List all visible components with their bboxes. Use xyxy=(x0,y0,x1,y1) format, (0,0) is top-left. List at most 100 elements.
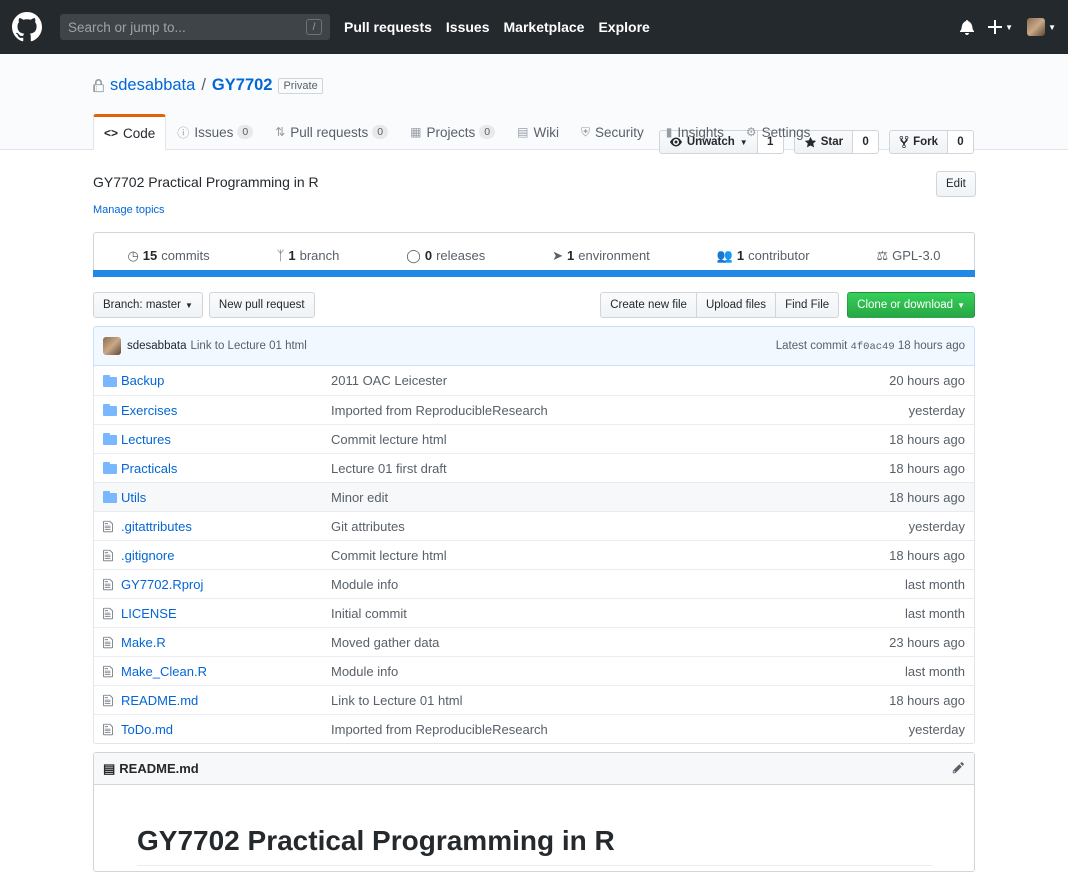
nav-issues[interactable]: Issues xyxy=(446,19,490,35)
pencil-icon[interactable] xyxy=(952,761,965,777)
file-name-link[interactable]: ToDo.md xyxy=(121,722,331,737)
file-actions: Create new file Upload files Find File C… xyxy=(600,292,975,318)
tab-security[interactable]: ⛨ Security xyxy=(570,114,655,150)
manage-topics-link[interactable]: Manage topics xyxy=(93,204,975,216)
file-commit-message[interactable]: Module info xyxy=(331,577,905,592)
file-icon xyxy=(103,665,121,678)
table-row: ToDo.md Imported from ReproducibleResear… xyxy=(94,714,974,743)
repo-header: sdesabbata / GY7702 Private Unwatch ▼ 1 … xyxy=(0,54,1068,154)
nav-pull-requests[interactable]: Pull requests xyxy=(344,19,432,35)
table-row: Make_Clean.R Module info last month xyxy=(94,656,974,685)
file-name-link[interactable]: Make_Clean.R xyxy=(121,664,331,679)
commit-author[interactable]: sdesabbata xyxy=(127,340,186,352)
file-commit-message[interactable]: Commit lecture html xyxy=(331,548,889,563)
gear-icon: ⚙ xyxy=(745,125,757,139)
branch-select-button[interactable]: Branch: master ▼ xyxy=(93,292,203,318)
file-age: last month xyxy=(905,663,965,679)
latest-commit-label: Latest commit xyxy=(775,339,848,352)
license-link[interactable]: ⚖ GPL-3.0 xyxy=(876,248,940,264)
file-name-link[interactable]: Backup xyxy=(121,373,331,388)
tab-code[interactable]: <> Code xyxy=(93,114,167,150)
file-name-link[interactable]: .gitignore xyxy=(121,548,331,563)
tab-insights[interactable]: ▮ Insights xyxy=(655,114,735,150)
file-name-link[interactable]: LICENSE xyxy=(121,606,331,621)
search-input[interactable]: Search or jump to... / xyxy=(60,14,330,40)
tab-label: Pull requests xyxy=(290,124,369,140)
tab-pull-requests[interactable]: ⇅ Pull requests 0 xyxy=(264,114,399,150)
releases-label: releases xyxy=(436,248,486,263)
nav-marketplace[interactable]: Marketplace xyxy=(504,19,585,35)
file-name-link[interactable]: README.md xyxy=(121,693,331,708)
readme-panel: ▤ README.md GY7702 Practical Programming… xyxy=(93,752,975,872)
file-age: 18 hours ago xyxy=(889,431,965,447)
avatar[interactable] xyxy=(103,337,121,355)
user-menu[interactable]: ▼ xyxy=(1027,18,1056,36)
create-new-menu[interactable]: ▼ xyxy=(988,20,1013,34)
create-new-file-button[interactable]: Create new file xyxy=(600,292,697,318)
table-row: Exercises Imported from ReproducibleRese… xyxy=(94,395,974,424)
notifications-bell-icon[interactable] xyxy=(960,19,975,35)
clone-or-download-button[interactable]: Clone or download ▼ xyxy=(847,292,975,318)
contributors-link[interactable]: 👥 1 contributor xyxy=(717,248,810,264)
tab-settings[interactable]: ⚙ Settings xyxy=(735,114,822,150)
repo-name-link[interactable]: GY7702 xyxy=(212,76,273,95)
file-commit-message[interactable]: Initial commit xyxy=(331,606,905,621)
new-pull-request-button[interactable]: New pull request xyxy=(208,292,315,318)
commit-sha[interactable]: 4f0ac49 xyxy=(851,341,895,353)
file-name-link[interactable]: Practicals xyxy=(121,461,331,476)
file-name-link[interactable]: Exercises xyxy=(121,403,331,418)
file-age: 18 hours ago xyxy=(889,692,965,708)
file-name-link[interactable]: .gitattributes xyxy=(121,519,331,534)
file-name-link[interactable]: Make.R xyxy=(121,635,331,650)
file-icon xyxy=(103,636,121,649)
file-commit-message[interactable]: 2011 OAC Leicester xyxy=(331,373,889,388)
chevron-down-icon: ▼ xyxy=(184,300,193,310)
tab-projects[interactable]: ▦ Projects 0 xyxy=(399,114,506,150)
releases-link[interactable]: ◯ 0 releases xyxy=(406,248,485,264)
readme-header: ▤ README.md xyxy=(94,753,974,785)
global-nav: Pull requests Issues Marketplace Explore xyxy=(344,19,664,35)
tab-issues[interactable]: ⓘ Issues 0 xyxy=(166,114,264,150)
folder-icon xyxy=(103,374,121,387)
rocket-icon: ➤ xyxy=(552,247,564,263)
file-action-group: Create new file Upload files Find File xyxy=(600,292,840,318)
file-age: 18 hours ago xyxy=(889,547,965,563)
environments-label: environment xyxy=(578,248,650,263)
file-commit-message[interactable]: Minor edit xyxy=(331,490,889,505)
tab-wiki[interactable]: ▤ Wiki xyxy=(506,114,570,150)
table-row: .gitattributes Git attributes yesterday xyxy=(94,511,974,540)
upload-files-button[interactable]: Upload files xyxy=(696,292,777,318)
star-count[interactable]: 0 xyxy=(853,130,880,154)
edit-description-button[interactable]: Edit xyxy=(936,171,976,197)
environments-link[interactable]: ➤ 1 environment xyxy=(552,248,650,264)
folder-icon xyxy=(103,404,121,416)
fork-button[interactable]: Fork xyxy=(889,130,948,154)
commit-message[interactable]: Link to Lecture 01 html xyxy=(190,340,306,352)
license-label: GPL-3.0 xyxy=(892,248,941,263)
file-age: last month xyxy=(905,576,965,592)
file-commit-message[interactable]: Module info xyxy=(331,664,905,679)
nav-explore[interactable]: Explore xyxy=(598,19,649,35)
file-age: 18 hours ago xyxy=(889,460,965,476)
branches-link[interactable]: ᛉ 1 branch xyxy=(277,248,340,263)
file-commit-message[interactable]: Git attributes xyxy=(331,519,909,534)
file-icon xyxy=(103,578,121,591)
file-commit-message[interactable]: Imported from ReproducibleResearch xyxy=(331,722,909,737)
language-bar[interactable] xyxy=(93,270,975,277)
file-commit-message[interactable]: Lecture 01 first draft xyxy=(331,461,889,476)
file-name-link[interactable]: Utils xyxy=(121,490,331,505)
file-commit-message[interactable]: Imported from ReproducibleResearch xyxy=(331,403,909,418)
fork-count[interactable]: 0 xyxy=(948,130,974,154)
github-logo-icon[interactable] xyxy=(12,12,42,42)
file-commit-message[interactable]: Commit lecture html xyxy=(331,432,889,447)
file-icon xyxy=(103,607,121,620)
file-name-link[interactable]: GY7702.Rproj xyxy=(121,577,331,592)
repo-owner-link[interactable]: sdesabbata xyxy=(110,76,195,95)
table-row: README.md Link to Lecture 01 html 18 hou… xyxy=(94,685,974,714)
file-commit-message[interactable]: Link to Lecture 01 html xyxy=(331,693,889,708)
file-commit-message[interactable]: Moved gather data xyxy=(331,635,889,650)
file-name-link[interactable]: Lectures xyxy=(121,432,331,447)
find-file-button[interactable]: Find File xyxy=(776,292,840,318)
code-icon: <> xyxy=(104,126,119,140)
commits-link[interactable]: ◷ 15 commits xyxy=(127,248,209,264)
